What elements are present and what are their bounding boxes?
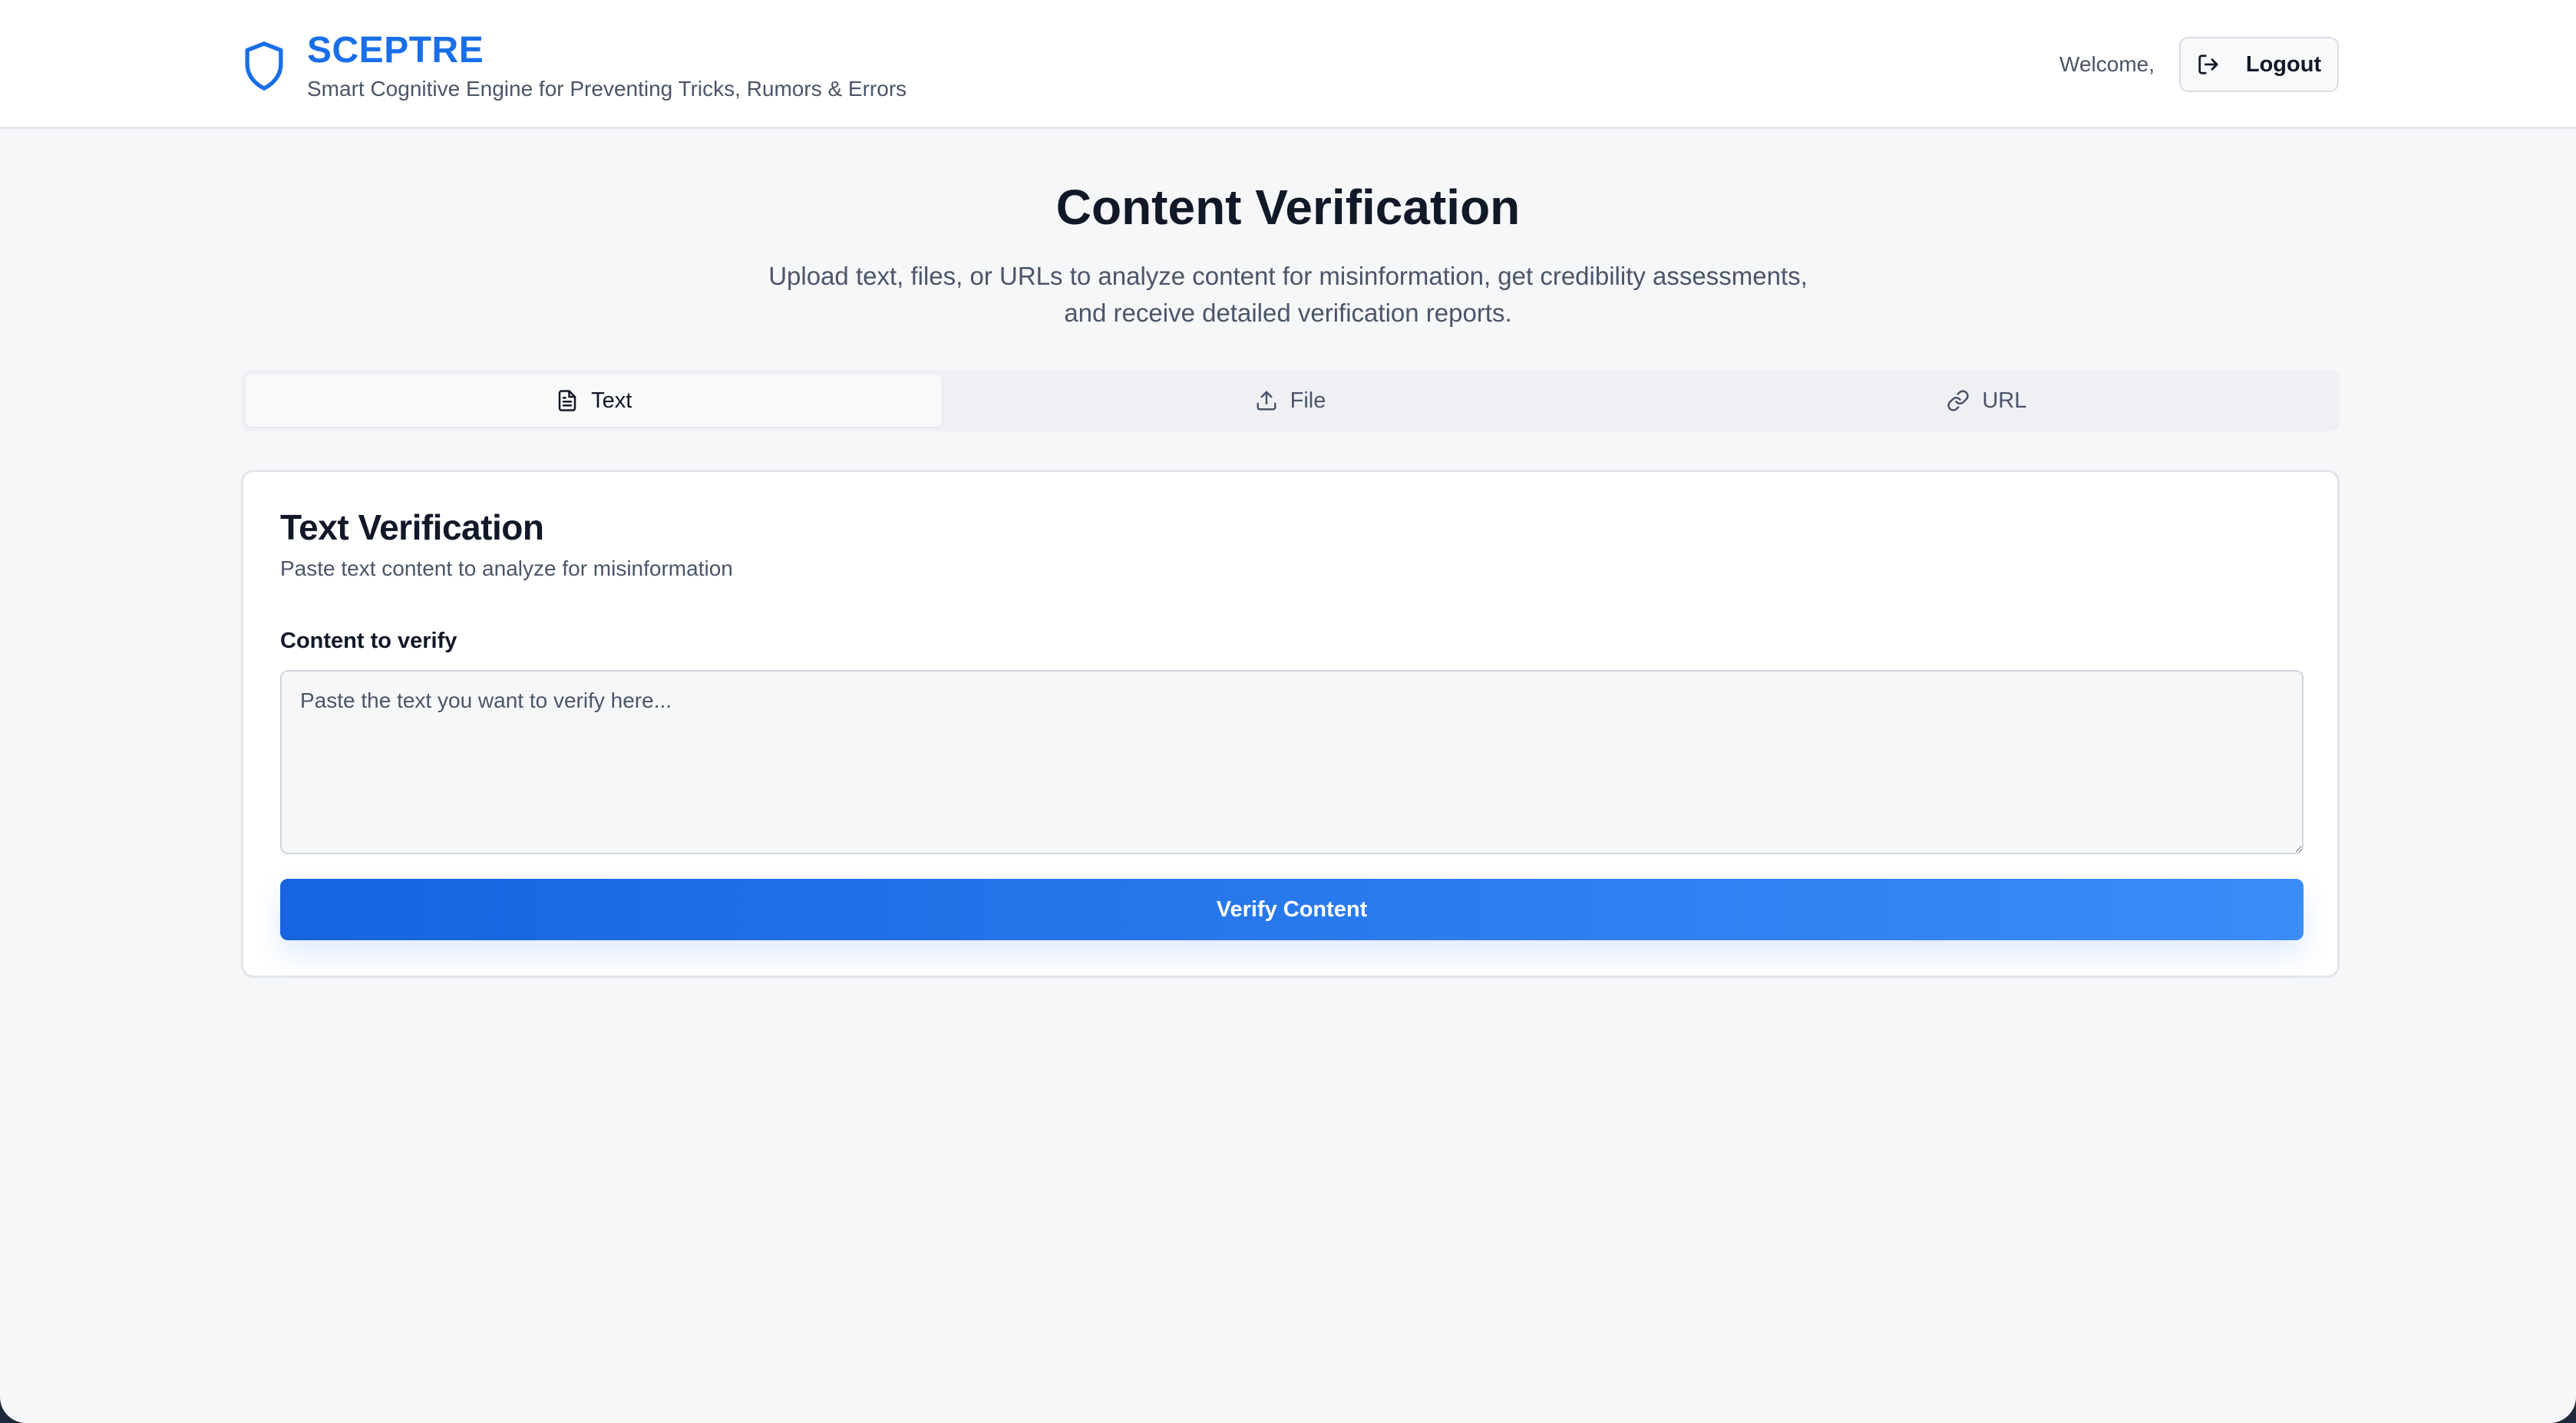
page-description-line-2: and receive detailed verification report… bbox=[1064, 299, 1512, 327]
link-icon bbox=[1947, 389, 1982, 412]
logout-icon bbox=[2197, 53, 2246, 76]
logout-button[interactable]: Logout bbox=[2179, 37, 2339, 92]
content-textarea[interactable] bbox=[280, 670, 2304, 854]
shield-icon bbox=[241, 40, 287, 92]
app-window: SCEPTRE Smart Cognitive Engine for Preve… bbox=[0, 0, 2576, 1423]
content-field-label: Content to verify bbox=[280, 629, 457, 653]
page-title: Content Verification bbox=[1055, 180, 1521, 235]
user-area: Welcome, Logout bbox=[2059, 37, 2339, 92]
file-text-icon bbox=[556, 389, 591, 412]
tab-url-label: URL bbox=[1982, 388, 2027, 413]
card-title: Text Verification bbox=[280, 507, 544, 547]
upload-icon bbox=[1255, 389, 1290, 412]
tab-url[interactable]: URL bbox=[1639, 375, 2335, 427]
tab-file[interactable]: File bbox=[942, 375, 1638, 427]
input-type-tabs: Text File URL bbox=[241, 370, 2340, 431]
card-subtitle: Paste text content to analyze for misinf… bbox=[280, 556, 733, 580]
brand-title: SCEPTRE bbox=[307, 30, 484, 71]
tab-text-label: Text bbox=[591, 388, 632, 413]
logout-label: Logout bbox=[2245, 51, 2322, 77]
brand-subtitle: Smart Cognitive Engine for Preventing Tr… bbox=[307, 77, 907, 101]
text-verification-card: Text Verification Paste text content to … bbox=[241, 470, 2340, 978]
brand[interactable]: SCEPTRE Smart Cognitive Engine for Preve… bbox=[241, 29, 907, 103]
welcome-text: Welcome, bbox=[2059, 52, 2155, 76]
tab-text[interactable]: Text bbox=[246, 375, 943, 427]
page-description-line-1: Upload text, files, or URLs to analyze c… bbox=[768, 262, 1808, 290]
page-description: Upload text, files, or URLs to analyze c… bbox=[751, 258, 1825, 332]
verify-content-button[interactable]: Verify Content bbox=[280, 879, 2304, 940]
tab-file-label: File bbox=[1290, 388, 1326, 413]
brand-text: SCEPTRE Smart Cognitive Engine for Preve… bbox=[307, 29, 907, 103]
top-header: SCEPTRE Smart Cognitive Engine for Preve… bbox=[0, 0, 2576, 129]
